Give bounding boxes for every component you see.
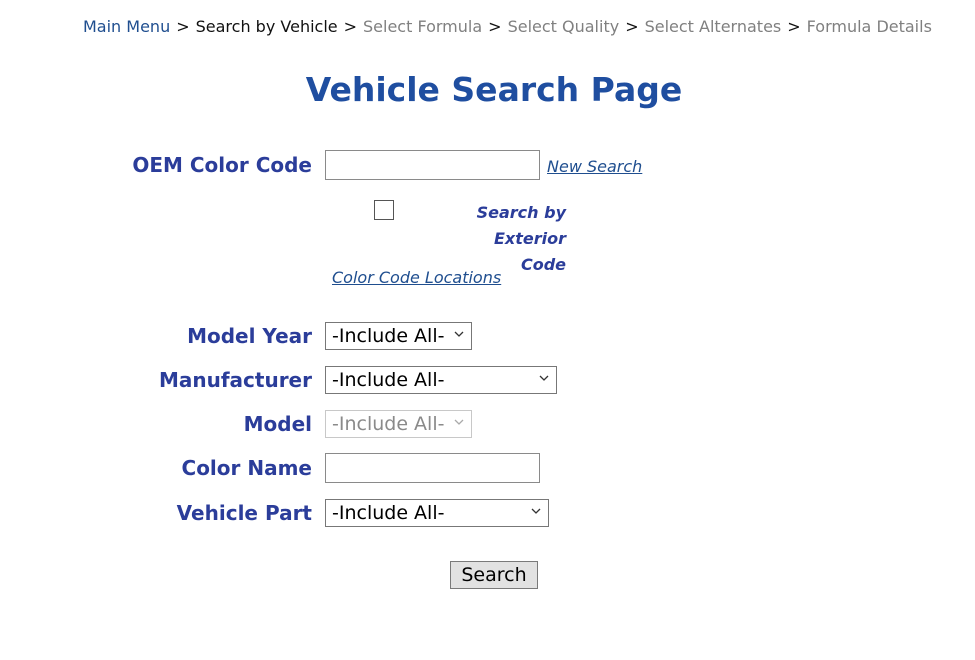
model-year-selected-value: -Include All- bbox=[332, 325, 445, 347]
model-year-select[interactable]: -Include All- bbox=[325, 322, 472, 350]
model-selected-value: -Include All- bbox=[332, 413, 445, 435]
checkbox-label-line-1: Search by Exterior bbox=[476, 203, 566, 248]
search-by-exterior-code-label: Search by Exterior Code bbox=[400, 200, 566, 278]
oem-color-code-input[interactable] bbox=[325, 150, 540, 180]
page-title: Vehicle Search Page bbox=[305, 70, 683, 109]
oem-color-code-label: OEM Color Code bbox=[132, 153, 312, 177]
manufacturer-label: Manufacturer bbox=[158, 368, 312, 392]
chevron-down-icon bbox=[454, 331, 464, 337]
model-select: -Include All- bbox=[325, 410, 472, 438]
color-code-locations-link[interactable]: Color Code Locations bbox=[332, 268, 501, 287]
chevron-down-icon bbox=[454, 419, 464, 425]
breadcrumb-separator: > bbox=[488, 17, 502, 36]
vehicle-part-label: Vehicle Part bbox=[176, 501, 312, 525]
vehicle-part-selected-value: -Include All- bbox=[332, 502, 445, 524]
search-by-exterior-code-checkbox[interactable] bbox=[374, 200, 394, 220]
breadcrumb-separator: > bbox=[343, 17, 358, 36]
breadcrumb-select-alternates: Select Alternates bbox=[644, 17, 782, 36]
breadcrumb-separator: > bbox=[787, 17, 801, 36]
breadcrumb-select-quality: Select Quality bbox=[507, 17, 620, 36]
vehicle-part-select[interactable]: -Include All- bbox=[325, 499, 549, 527]
breadcrumb-separator: > bbox=[176, 17, 190, 36]
breadcrumb: Main Menu > Search by Vehicle > Select Formu… bbox=[83, 17, 932, 36]
manufacturer-selected-value: -Include All- bbox=[332, 369, 445, 391]
chevron-down-icon bbox=[539, 375, 549, 381]
breadcrumb-main-menu[interactable]: Main Menu bbox=[83, 17, 170, 36]
breadcrumb-select-formula: Select Formula bbox=[363, 17, 483, 36]
color-name-label: Color Name bbox=[181, 456, 312, 480]
breadcrumb-formula-details: Formula Details bbox=[806, 17, 932, 36]
new-search-link[interactable]: New Search bbox=[547, 157, 642, 176]
breadcrumb-search-by-vehicle: Search by Vehicle bbox=[195, 17, 338, 36]
chevron-down-icon bbox=[531, 508, 541, 514]
model-year-label: Model Year bbox=[187, 324, 312, 348]
search-button[interactable]: Search bbox=[450, 561, 538, 589]
model-label: Model bbox=[243, 412, 312, 436]
color-name-input[interactable] bbox=[325, 453, 540, 483]
manufacturer-select[interactable]: -Include All- bbox=[325, 366, 557, 394]
breadcrumb-separator: > bbox=[625, 17, 639, 36]
